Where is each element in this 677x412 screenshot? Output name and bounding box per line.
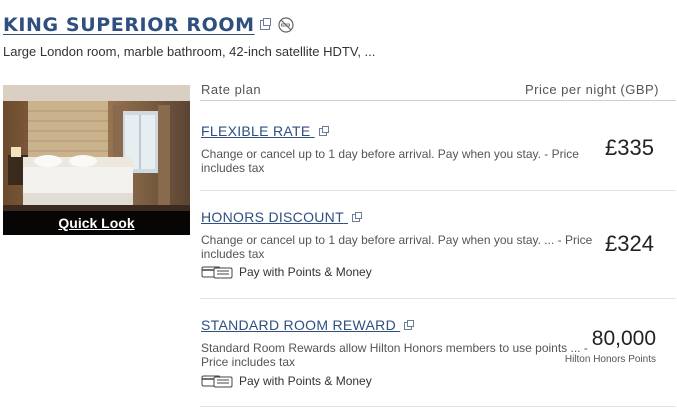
rate-price: £324: [605, 231, 654, 256]
rate-description: Change or cancel up to 1 day before arri…: [201, 233, 593, 261]
rate-row-honors-discount: HONORS DISCOUNT Change or cancel up to 1…: [200, 191, 676, 299]
pay-with-points-row: Pay with Points & Money: [201, 265, 372, 279]
rate-name-label[interactable]: FLEXIBLE RATE: [201, 123, 310, 139]
rate-plan-column-header: Rate plan: [201, 82, 262, 97]
pay-option-label: Pay with Points & Money: [239, 265, 372, 279]
room-description: Large London room, marble bathroom, 42-i…: [3, 44, 376, 59]
reward-points-price: 80,000: [591, 327, 656, 350]
price-column-header: Price per night (GBP): [524, 82, 659, 97]
rate-name-label[interactable]: STANDARD ROOM REWARD: [201, 317, 396, 333]
rate-name-link[interactable]: STANDARD ROOM REWARD: [201, 317, 415, 333]
rate-price: £335: [605, 135, 654, 160]
external-link-icon[interactable]: [259, 18, 271, 30]
room-photo[interactable]: Quick Look: [3, 85, 190, 235]
rate-description: Standard Room Rewards allow Hilton Honor…: [201, 341, 588, 369]
rate-name-link[interactable]: HONORS DISCOUNT: [201, 209, 362, 225]
points-money-icon: [201, 375, 233, 388]
rate-name-label[interactable]: HONORS DISCOUNT: [201, 209, 344, 225]
pay-option-label: Pay with Points & Money: [239, 374, 372, 388]
external-link-icon[interactable]: [351, 212, 362, 222]
points-unit-label: Hilton Honors Points: [564, 354, 656, 365]
points-money-icon: [201, 266, 233, 279]
rate-description: Change or cancel up to 1 day before arri…: [201, 147, 579, 175]
rate-row-flexible: FLEXIBLE RATE Change or cancel up to 1 d…: [200, 101, 676, 191]
room-title-link[interactable]: KING SUPERIOR ROOM: [3, 14, 255, 36]
rate-table-header: Rate plan Price per night (GBP): [200, 80, 676, 101]
quick-look-link[interactable]: Quick Look: [3, 211, 190, 235]
pay-with-points-row: Pay with Points & Money: [201, 374, 372, 388]
rate-table: Rate plan Price per night (GBP) FLEXIBLE…: [200, 80, 676, 407]
no-smoking-icon: [278, 17, 294, 33]
external-link-icon[interactable]: [404, 320, 415, 330]
external-link-icon[interactable]: [318, 126, 329, 136]
rate-row-standard-reward: STANDARD ROOM REWARD Standard Room Rewar…: [200, 299, 676, 407]
room-title-row: KING SUPERIOR ROOM: [3, 14, 294, 36]
rate-name-link[interactable]: FLEXIBLE RATE: [201, 123, 329, 139]
